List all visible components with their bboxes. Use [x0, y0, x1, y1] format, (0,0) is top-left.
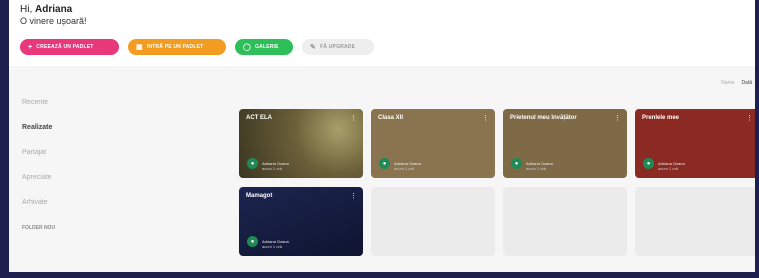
sidebar-item-apreciate[interactable]: Apreciate — [22, 173, 55, 198]
padlet-time: acum 1 oră — [526, 166, 547, 171]
sidebar-item-recente[interactable]: Recente — [22, 98, 55, 123]
action-bar: + Creează un padlet ▦ Intră pe un padlet… — [20, 39, 744, 55]
padlet-card[interactable]: Mamagot ⋮ ● Adriana Ozana acum 1 oră — [239, 187, 363, 256]
padlet-title: ACT ELA — [246, 115, 272, 121]
padlet-time: acum 1 oră — [394, 166, 415, 171]
dashboard-body: Nume Dată Recente Realizate Partajat Apr… — [9, 66, 755, 272]
create-padlet-button[interactable]: + Creează un padlet — [20, 39, 119, 55]
padlet-title: Prenlele mee — [642, 115, 680, 121]
more-icon[interactable]: ⋮ — [350, 114, 357, 122]
empty-slot — [371, 187, 495, 256]
padlet-time: acum 1 oră — [658, 166, 679, 171]
padlet-time: acum 1 oră — [262, 166, 283, 171]
sidebar-item-arhivate[interactable]: Arhivate — [22, 198, 55, 223]
padlet-title: Clasa XII — [378, 115, 404, 121]
greeting-subtitle: O vinere ușoară! — [20, 16, 87, 26]
gallery-icon: ◯ — [243, 44, 252, 51]
sort-option-date[interactable]: Dată — [741, 80, 752, 86]
user-name: Adriana — [35, 4, 73, 15]
keypad-icon: ▦ — [136, 44, 143, 51]
sort-toggle: Nume Dată — [721, 80, 752, 86]
empty-slot — [635, 187, 755, 256]
avatar: ● — [247, 236, 258, 247]
more-icon[interactable]: ⋮ — [482, 114, 489, 122]
join-padlet-label: Intră pe un padlet — [146, 44, 204, 50]
padlet-time: acum 1 oră — [262, 244, 283, 249]
sidebar: Recente Realizate Partajat Apreciate Arh… — [22, 98, 55, 248]
empty-slot — [503, 187, 627, 256]
greeting: Hi, Adriana — [20, 4, 744, 16]
more-icon[interactable]: ⋮ — [614, 114, 621, 122]
sidebar-item-partajat[interactable]: Partajat — [22, 148, 55, 173]
avatar: ● — [511, 158, 522, 169]
create-padlet-label: Creează un padlet — [36, 44, 94, 50]
upgrade-button[interactable]: ✎ Fă upgrade — [302, 39, 374, 55]
padlet-title: Mamagot — [246, 193, 273, 199]
app-window: Hi, Adriana O vinere ușoară! + Creează u… — [9, 0, 755, 272]
gallery-label: Galerie — [255, 44, 279, 50]
plus-icon: + — [28, 43, 33, 51]
more-icon[interactable]: ⋮ — [350, 192, 357, 200]
padlet-card[interactable]: Prenlele mee ⋮ ● Adriana Ozana acum 1 or… — [635, 109, 755, 178]
sort-option-name[interactable]: Nume — [721, 80, 734, 86]
new-folder-button[interactable]: FOLDER NOU — [22, 223, 55, 248]
padlet-card[interactable]: Clasa XII ⋮ ● Adriana Ozana acum 1 oră — [371, 109, 495, 178]
padlet-card[interactable]: Prietenul meu învățător ⋮ ● Adriana Ozan… — [503, 109, 627, 178]
padlet-card[interactable]: ACT ELA ⋮ ● Adriana Ozana acum 1 oră — [239, 109, 363, 178]
more-icon[interactable]: ⋮ — [746, 114, 753, 122]
gallery-button[interactable]: ◯ Galerie — [235, 39, 293, 55]
padlet-title: Prietenul meu învățător — [510, 115, 577, 121]
brush-icon: ✎ — [310, 44, 317, 51]
sidebar-item-realizate[interactable]: Realizate — [22, 123, 55, 148]
avatar: ● — [379, 158, 390, 169]
upgrade-label: Fă upgrade — [320, 44, 356, 50]
avatar: ● — [643, 158, 654, 169]
avatar: ● — [247, 158, 258, 169]
header: Hi, Adriana O vinere ușoară! + Creează u… — [9, 0, 755, 66]
join-padlet-button[interactable]: ▦ Intră pe un padlet — [128, 39, 226, 55]
greeting-prefix: Hi, — [20, 4, 33, 15]
